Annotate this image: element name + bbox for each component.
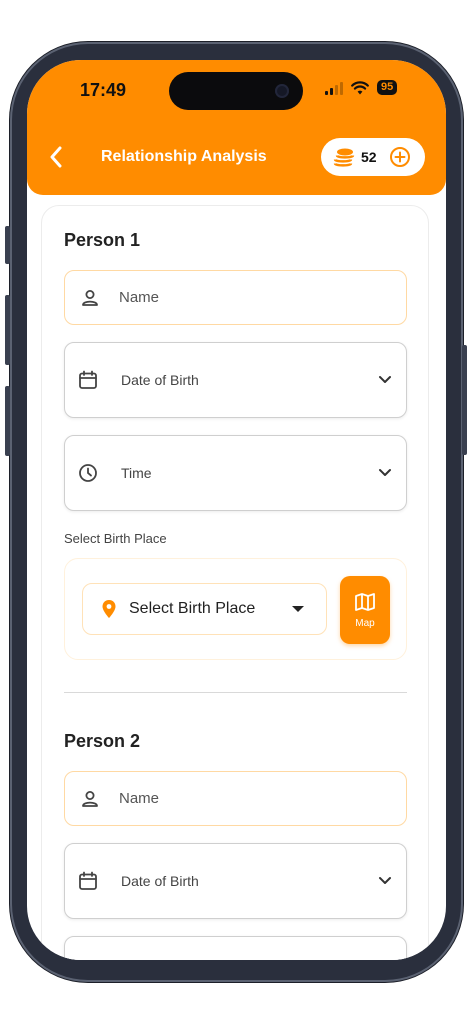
power-button: [462, 345, 467, 455]
calendar-icon: [77, 369, 99, 391]
person2-dob-select[interactable]: Date of Birth: [64, 843, 407, 919]
dynamic-island: [169, 72, 303, 110]
page-title: Relationship Analysis: [101, 148, 267, 165]
section-divider: [64, 692, 407, 693]
volume-up-button: [5, 295, 10, 365]
coin-count: 52: [361, 149, 377, 165]
person2-title: Person 2: [64, 731, 141, 751]
coin-balance[interactable]: 52: [321, 138, 425, 176]
person-icon: [79, 287, 101, 309]
add-circle-icon[interactable]: [389, 146, 411, 168]
person1-name-input[interactable]: Name: [64, 270, 407, 325]
clock-icon: [77, 462, 99, 484]
location-pin-icon: [102, 600, 116, 618]
back-icon: [50, 146, 62, 168]
time-label: Time: [121, 465, 152, 481]
back-button[interactable]: [45, 144, 67, 170]
volume-down-button: [5, 386, 10, 456]
chevron-down-icon: [379, 469, 391, 476]
action-button: [5, 226, 10, 264]
person-icon: [79, 788, 101, 810]
status-time: 17:49: [80, 80, 127, 100]
dob-label: Date of Birth: [121, 372, 199, 388]
dob-label: Date of Birth: [121, 873, 199, 889]
birth-place-container: Select Birth Place Map: [64, 558, 407, 660]
coins-icon: [333, 148, 355, 167]
birth-place-select[interactable]: Select Birth Place: [82, 583, 327, 635]
map-button[interactable]: Map: [340, 576, 390, 644]
map-icon: [355, 592, 375, 611]
calendar-icon: [77, 870, 99, 892]
person1-dob-select[interactable]: Date of Birth: [64, 342, 407, 418]
caret-down-icon: [292, 606, 304, 612]
birth-place-section-label: Select Birth Place: [64, 531, 167, 546]
chevron-down-icon: [379, 376, 391, 383]
status-icons: 95: [325, 80, 398, 95]
wifi-icon: [351, 80, 369, 94]
birth-place-select-label: Select Birth Place: [129, 600, 256, 617]
person1-time-select[interactable]: Time: [64, 435, 407, 511]
person1-title: Person 1: [64, 230, 141, 250]
cellular-signal-icon: [325, 81, 343, 95]
battery-indicator: 95: [377, 80, 398, 95]
name-placeholder: Name: [119, 790, 160, 807]
app-header: 17:49 95 Relationship Analysis 52: [27, 60, 446, 195]
map-button-label: Map: [355, 617, 375, 629]
person2-name-input[interactable]: Name: [64, 771, 407, 826]
form-card: Person 1 Name Date of Birth Time Select …: [41, 205, 429, 960]
camera-icon: [275, 84, 289, 98]
person2-time-select[interactable]: [64, 936, 407, 960]
chevron-down-icon: [379, 877, 391, 884]
app-screen: 17:49 95 Relationship Analysis 52 Person…: [27, 60, 446, 960]
name-placeholder: Name: [119, 289, 160, 306]
